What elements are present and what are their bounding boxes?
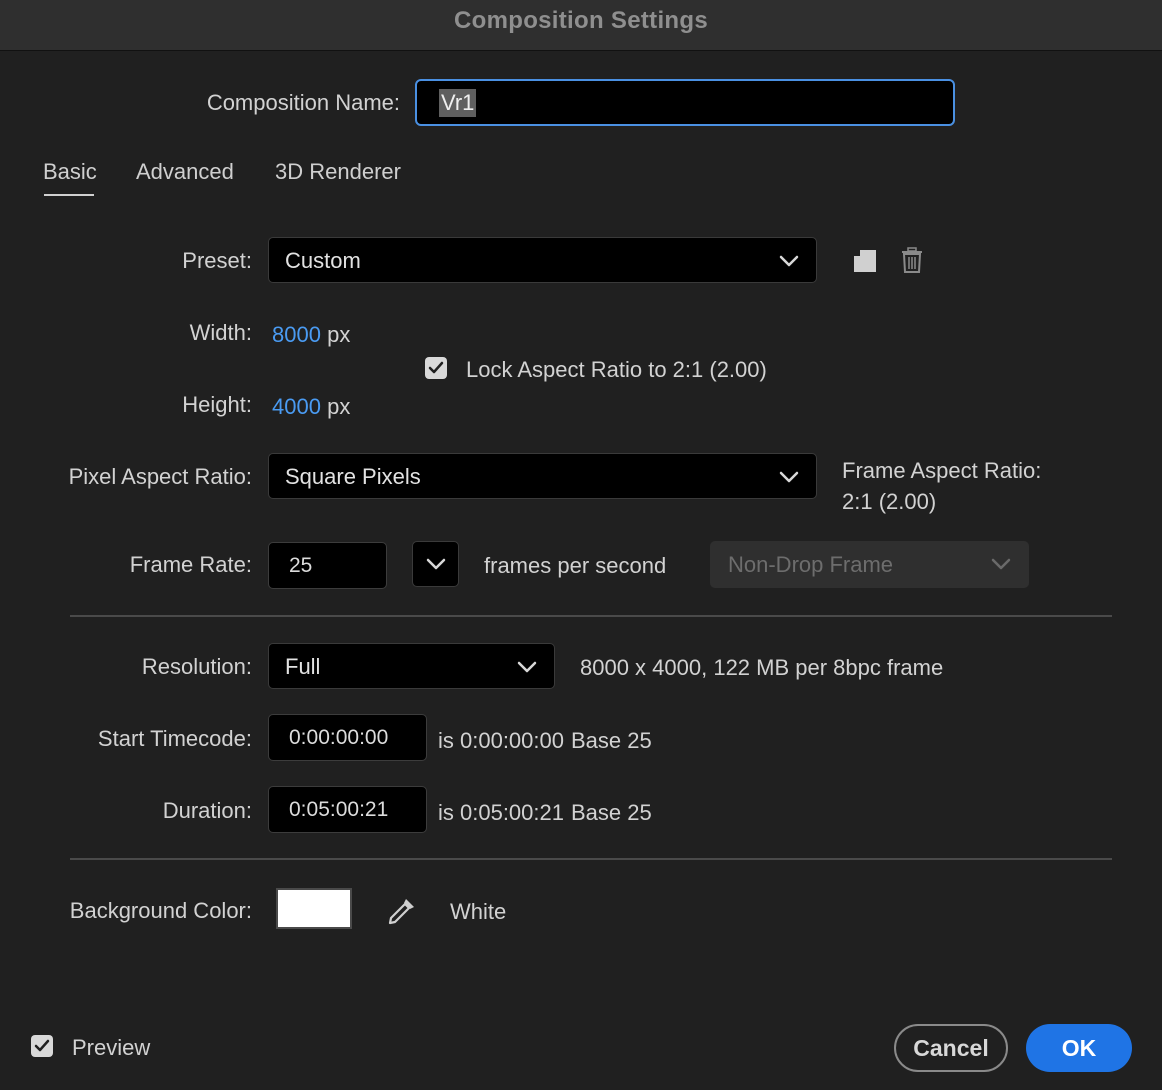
duration-base: Base 25 [571,800,652,825]
frame-aspect-value: 2:1 (2.00) [842,489,937,514]
drop-frame-dropdown: Non-Drop Frame [710,541,1029,588]
checkmark-icon [428,361,444,374]
background-color-name: White [450,899,507,924]
duration-input[interactable]: 0:05:00:21 [268,786,427,833]
duration-is: is 0:05:00:21 [438,800,564,825]
resolution-info: 8000 x 4000, 122 MB per 8bpc frame [580,655,944,680]
preset-dropdown[interactable]: Custom [268,237,817,283]
frame-rate-label: Frame Rate: [129,552,252,577]
frame-rate-unit: frames per second [484,553,667,578]
resolution-value: Full [285,654,321,679]
frame-aspect-label: Frame Aspect Ratio: [842,458,1042,483]
checkmark-icon [34,1039,50,1052]
height-field: 4000 px [272,394,350,420]
composition-name-input[interactable]: Vr1 [415,79,955,126]
chevron-down-icon [426,558,446,570]
composition-name-label: Composition Name: [206,90,400,115]
pixel-aspect-label: Pixel Aspect Ratio: [68,464,252,489]
cancel-button[interactable]: Cancel [894,1024,1008,1072]
trash-icon[interactable] [900,247,924,273]
pixel-aspect-dropdown[interactable]: Square Pixels [268,453,817,499]
width-value[interactable]: 8000 [272,322,321,347]
frame-rate-value: 25 [289,554,313,577]
composition-name-value: Vr1 [439,89,477,117]
preset-value: Custom [285,248,361,273]
resolution-label: Resolution: [141,654,252,679]
save-preset-icon[interactable] [852,248,878,274]
drop-frame-value: Non-Drop Frame [728,552,894,577]
chevron-down-icon [779,255,799,267]
lock-aspect-checkbox[interactable] [425,357,447,379]
start-timecode-input[interactable]: 0:00:00:00 [268,714,427,761]
preview-checkbox[interactable] [31,1035,53,1057]
window-title: Composition Settings [454,7,708,34]
preview-label: Preview [72,1035,151,1060]
height-unit: px [327,394,351,419]
height-value[interactable]: 4000 [272,394,321,419]
chevron-down-icon [517,661,537,673]
start-timecode-label: Start Timecode: [97,726,252,751]
chevron-down-icon [991,558,1011,570]
frame-rate-input[interactable]: 25 [268,542,387,589]
frame-rate-dropdown-button[interactable] [412,541,459,587]
preset-label: Preset: [182,248,252,273]
tab-basic[interactable]: Basic [43,159,97,185]
chevron-down-icon [779,471,799,483]
active-tab-underline [44,194,94,196]
duration-value: 0:05:00:21 [289,798,389,821]
lock-aspect-label: Lock Aspect Ratio to 2:1 (2.00) [466,357,767,382]
height-label: Height: [182,392,252,417]
resolution-dropdown[interactable]: Full [268,643,555,689]
tab-advanced[interactable]: Advanced [136,159,234,185]
duration-label: Duration: [162,798,252,823]
pixel-aspect-value: Square Pixels [285,464,421,489]
background-color-label: Background Color: [69,898,252,923]
divider [70,858,1112,860]
start-timecode-value: 0:00:00:00 [289,726,389,749]
start-timecode-is: is 0:00:00:00 [438,728,564,753]
ok-button[interactable]: OK [1026,1024,1132,1072]
title-bar: Composition Settings [0,0,1162,51]
width-field: 8000 px [272,322,350,348]
start-timecode-base: Base 25 [571,728,652,753]
width-unit: px [327,322,351,347]
eyedropper-icon[interactable] [386,895,418,927]
width-label: Width: [189,320,252,345]
background-color-swatch[interactable] [276,888,352,929]
divider [70,615,1112,617]
tab-3d-renderer[interactable]: 3D Renderer [275,159,401,185]
